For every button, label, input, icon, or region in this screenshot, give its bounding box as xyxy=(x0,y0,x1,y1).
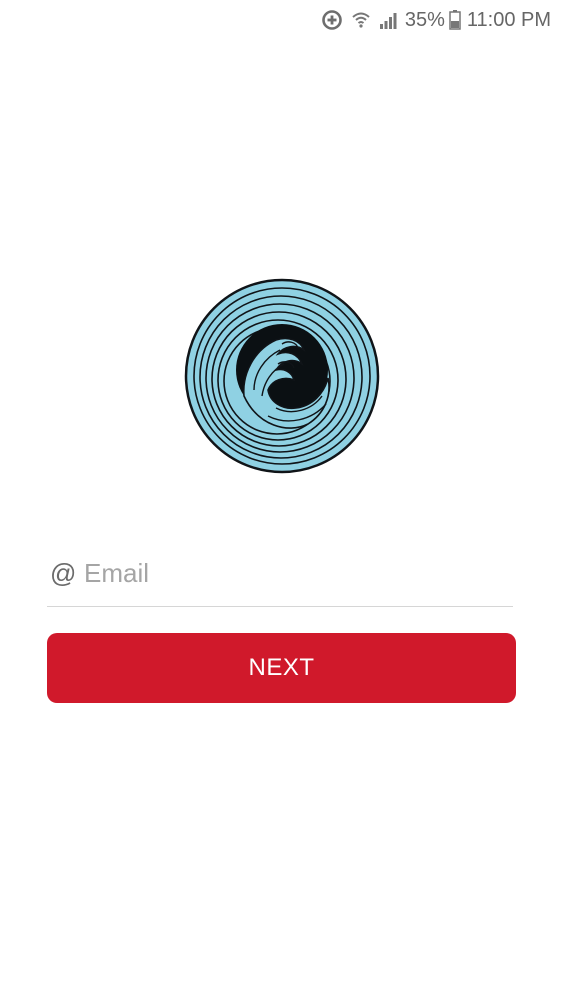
email-field[interactable] xyxy=(84,553,513,593)
status-icons: 35% 11:00 PM xyxy=(313,6,551,34)
at-icon: @ xyxy=(50,558,77,588)
clock-time: 11:00 PM xyxy=(466,8,551,31)
next-button[interactable]: NEXT xyxy=(47,633,516,703)
email-field-row: @ xyxy=(47,540,513,607)
wave-logo xyxy=(184,278,380,474)
status-bar: 35% 11:00 PM xyxy=(0,0,563,40)
wifi-icon xyxy=(351,10,371,30)
data-saver-icon xyxy=(321,9,343,31)
battery-icon xyxy=(449,10,461,30)
battery-percent: 35% xyxy=(404,8,445,31)
signal-icon xyxy=(379,11,399,29)
